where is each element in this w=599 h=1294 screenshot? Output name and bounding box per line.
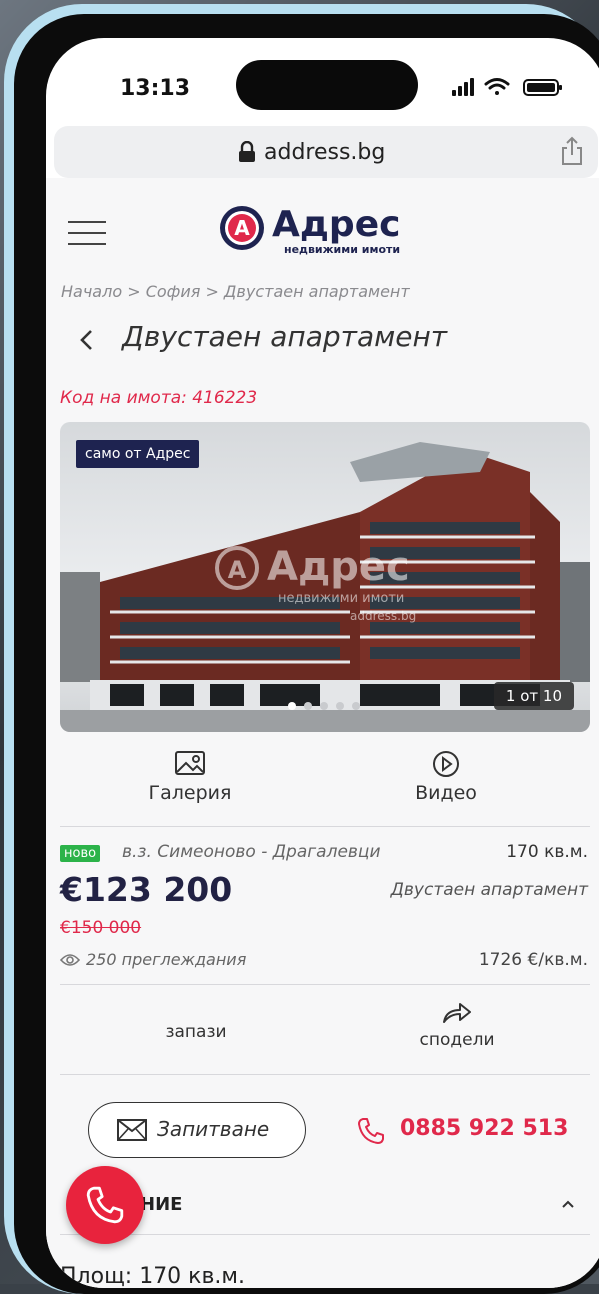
phone-icon: [86, 1186, 124, 1224]
page-title: Двустаен апартамент: [122, 320, 448, 353]
wifi-icon: [484, 78, 510, 95]
share-label: сподели: [419, 1030, 495, 1050]
divider: [60, 984, 590, 985]
dynamic-island: [236, 60, 418, 110]
carousel-dot[interactable]: [336, 702, 344, 710]
inquiry-button[interactable]: Запитване: [88, 1102, 306, 1158]
eye-icon: [60, 954, 80, 966]
area-detail: Площ: 170 кв.м.: [60, 1264, 246, 1288]
divider: [60, 1234, 590, 1235]
browser-url: address.bg: [264, 140, 386, 165]
listing-area: 170 кв.м.: [506, 842, 588, 862]
video-label: Видео: [415, 782, 477, 804]
play-icon: [433, 751, 459, 777]
gallery-button[interactable]: Галерия: [130, 750, 250, 804]
gallery-label: Галерия: [148, 782, 232, 804]
old-price: €150 000: [60, 918, 142, 938]
image-icon: [175, 751, 205, 775]
view-count: 250 преглеждания: [86, 950, 247, 969]
lock-icon: [239, 141, 255, 162]
status-time: 13:13: [120, 76, 191, 101]
svg-text:А: А: [234, 216, 250, 240]
phone-screen: 13:13 address.bg А Адрес недвижими имоти…: [46, 38, 599, 1288]
property-photo[interactable]: А Адрес недвижими имоти address.bg само …: [60, 422, 590, 732]
svg-text:недвижими имоти: недвижими имоти: [278, 591, 404, 606]
phone-frame: 13:13 address.bg А Адрес недвижими имоти…: [14, 14, 599, 1294]
logo-tagline: недвижими имоти: [284, 243, 400, 256]
svg-text:Адрес: Адрес: [267, 544, 410, 590]
envelope-icon: [117, 1119, 147, 1141]
breadcrumb[interactable]: Начало > София > Двустаен апартамент: [61, 282, 410, 301]
carousel-dot[interactable]: [352, 702, 360, 710]
carousel-dot[interactable]: [288, 702, 296, 710]
property-type: Двустаен апартамент: [390, 880, 588, 900]
status-icons: [452, 78, 562, 96]
chevron-up-icon[interactable]: [560, 1198, 576, 1210]
signal-icon: [452, 78, 474, 96]
inquiry-label: Запитване: [157, 1117, 270, 1141]
page-content: А Адрес недвижими имоти Начало > София >…: [46, 178, 599, 1288]
share-arrow-icon: [443, 1003, 471, 1023]
new-badge: ново: [60, 845, 101, 862]
phone-number: 0885 922 513: [400, 1116, 569, 1141]
save-button[interactable]: запази: [136, 1022, 256, 1042]
exclusive-badge: само от Адрес: [76, 440, 200, 468]
svg-text:address.bg: address.bg: [350, 609, 416, 623]
listing-location[interactable]: в.з. Симеоново - Драгалевци: [122, 842, 381, 862]
back-chevron-icon[interactable]: [76, 323, 96, 357]
brand-logo[interactable]: А Адрес недвижими имоти: [218, 198, 438, 258]
section-title[interactable]: НИЕ: [140, 1194, 182, 1215]
phone-icon: [358, 1118, 384, 1144]
battery-icon: [523, 79, 562, 96]
browser-address-bar[interactable]: address.bg: [54, 126, 598, 178]
share-icon[interactable]: [559, 136, 585, 166]
price-per-sqm: 1726 €/кв.м.: [478, 950, 588, 970]
svg-text:А: А: [228, 556, 247, 584]
listing-price: €123 200: [60, 870, 233, 909]
divider: [60, 826, 590, 827]
video-button[interactable]: Видео: [386, 750, 506, 804]
logo-text: Адрес: [272, 204, 400, 245]
property-code: Код на имота: 416223: [60, 388, 258, 408]
carousel-dot[interactable]: [320, 702, 328, 710]
save-label: запази: [165, 1022, 227, 1042]
call-fab-button[interactable]: [66, 1166, 144, 1244]
share-button[interactable]: сподели: [392, 1000, 522, 1050]
carousel-dot[interactable]: [304, 702, 312, 710]
carousel-dots[interactable]: [288, 702, 360, 710]
photo-counter: 1 от 10: [493, 682, 574, 710]
divider: [60, 1074, 590, 1075]
logo-mark: А Адрес недвижими имоти: [220, 204, 400, 256]
phone-link[interactable]: 0885 922 513: [356, 1114, 596, 1148]
menu-icon[interactable]: [68, 220, 106, 246]
